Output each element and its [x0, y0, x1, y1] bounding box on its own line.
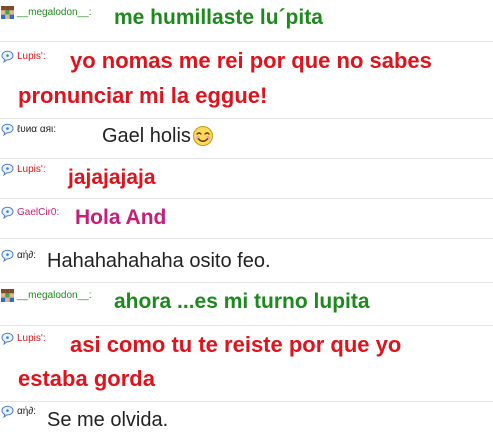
message-text: Gael holis	[102, 125, 191, 147]
speech-bubble-icon	[1, 332, 14, 346]
chat-message: αή∂: Hahahahahaha osito feo.	[0, 239, 493, 283]
chat-message: ℓυиα αяι: Gael holis	[0, 119, 493, 159]
message-text: Hola And	[75, 206, 167, 229]
chat-message: __megalodon__: ahora ...es mi turno lupit…	[0, 283, 493, 326]
message-username[interactable]: GaelCir0:	[17, 207, 59, 218]
message-text: asi como tu te reiste por que yo	[70, 332, 402, 357]
speech-bubble-icon	[1, 206, 14, 220]
message-text: Se me olvida.	[47, 409, 169, 431]
message-text: Hahahahahaha osito feo.	[47, 250, 271, 272]
pixel-avatar-icon	[1, 289, 14, 302]
speech-bubble-icon	[1, 249, 14, 263]
chat-message: Lupis': asi como tu te reiste por que yo e…	[0, 326, 493, 402]
message-username[interactable]: ℓυиα αяι:	[17, 124, 56, 135]
message-username[interactable]: Lupis':	[17, 51, 46, 62]
message-text: me humillaste lu´pita	[114, 6, 323, 29]
message-text: yo nomas me rei por que no sabes	[70, 48, 432, 73]
smiling-face-icon	[192, 125, 214, 152]
chat-message: __megalodon__: me humillaste lu´pita	[0, 0, 493, 42]
message-username[interactable]: αή∂:	[17, 406, 36, 417]
message-username[interactable]: Lupis':	[17, 164, 46, 175]
message-text: jajajajaja	[68, 166, 156, 189]
message-username[interactable]: Lupis':	[17, 333, 46, 344]
chat-log: __megalodon__: me humillaste lu´pita Lupis…	[0, 0, 493, 442]
message-text: pronunciar mi la eggue!	[18, 83, 268, 108]
message-username[interactable]: αή∂:	[17, 250, 36, 261]
pixel-avatar-icon	[1, 6, 14, 19]
message-text: estaba gorda	[18, 366, 155, 391]
chat-message: Lupis': yo nomas me rei por que no sabes p…	[0, 42, 493, 119]
message-text: ahora ...es mi turno lupita	[114, 290, 370, 313]
chat-message: Lupis': jajajajaja	[0, 159, 493, 199]
speech-bubble-icon	[1, 123, 14, 137]
speech-bubble-icon	[1, 50, 14, 64]
chat-message: GaelCir0: Hola And	[0, 199, 493, 239]
message-username[interactable]: __megalodon__:	[17, 7, 92, 18]
chat-message: αή∂: Se me olvida.	[0, 402, 493, 442]
message-username[interactable]: __megalodon__:	[17, 290, 92, 301]
speech-bubble-icon	[1, 405, 14, 419]
speech-bubble-icon	[1, 163, 14, 177]
